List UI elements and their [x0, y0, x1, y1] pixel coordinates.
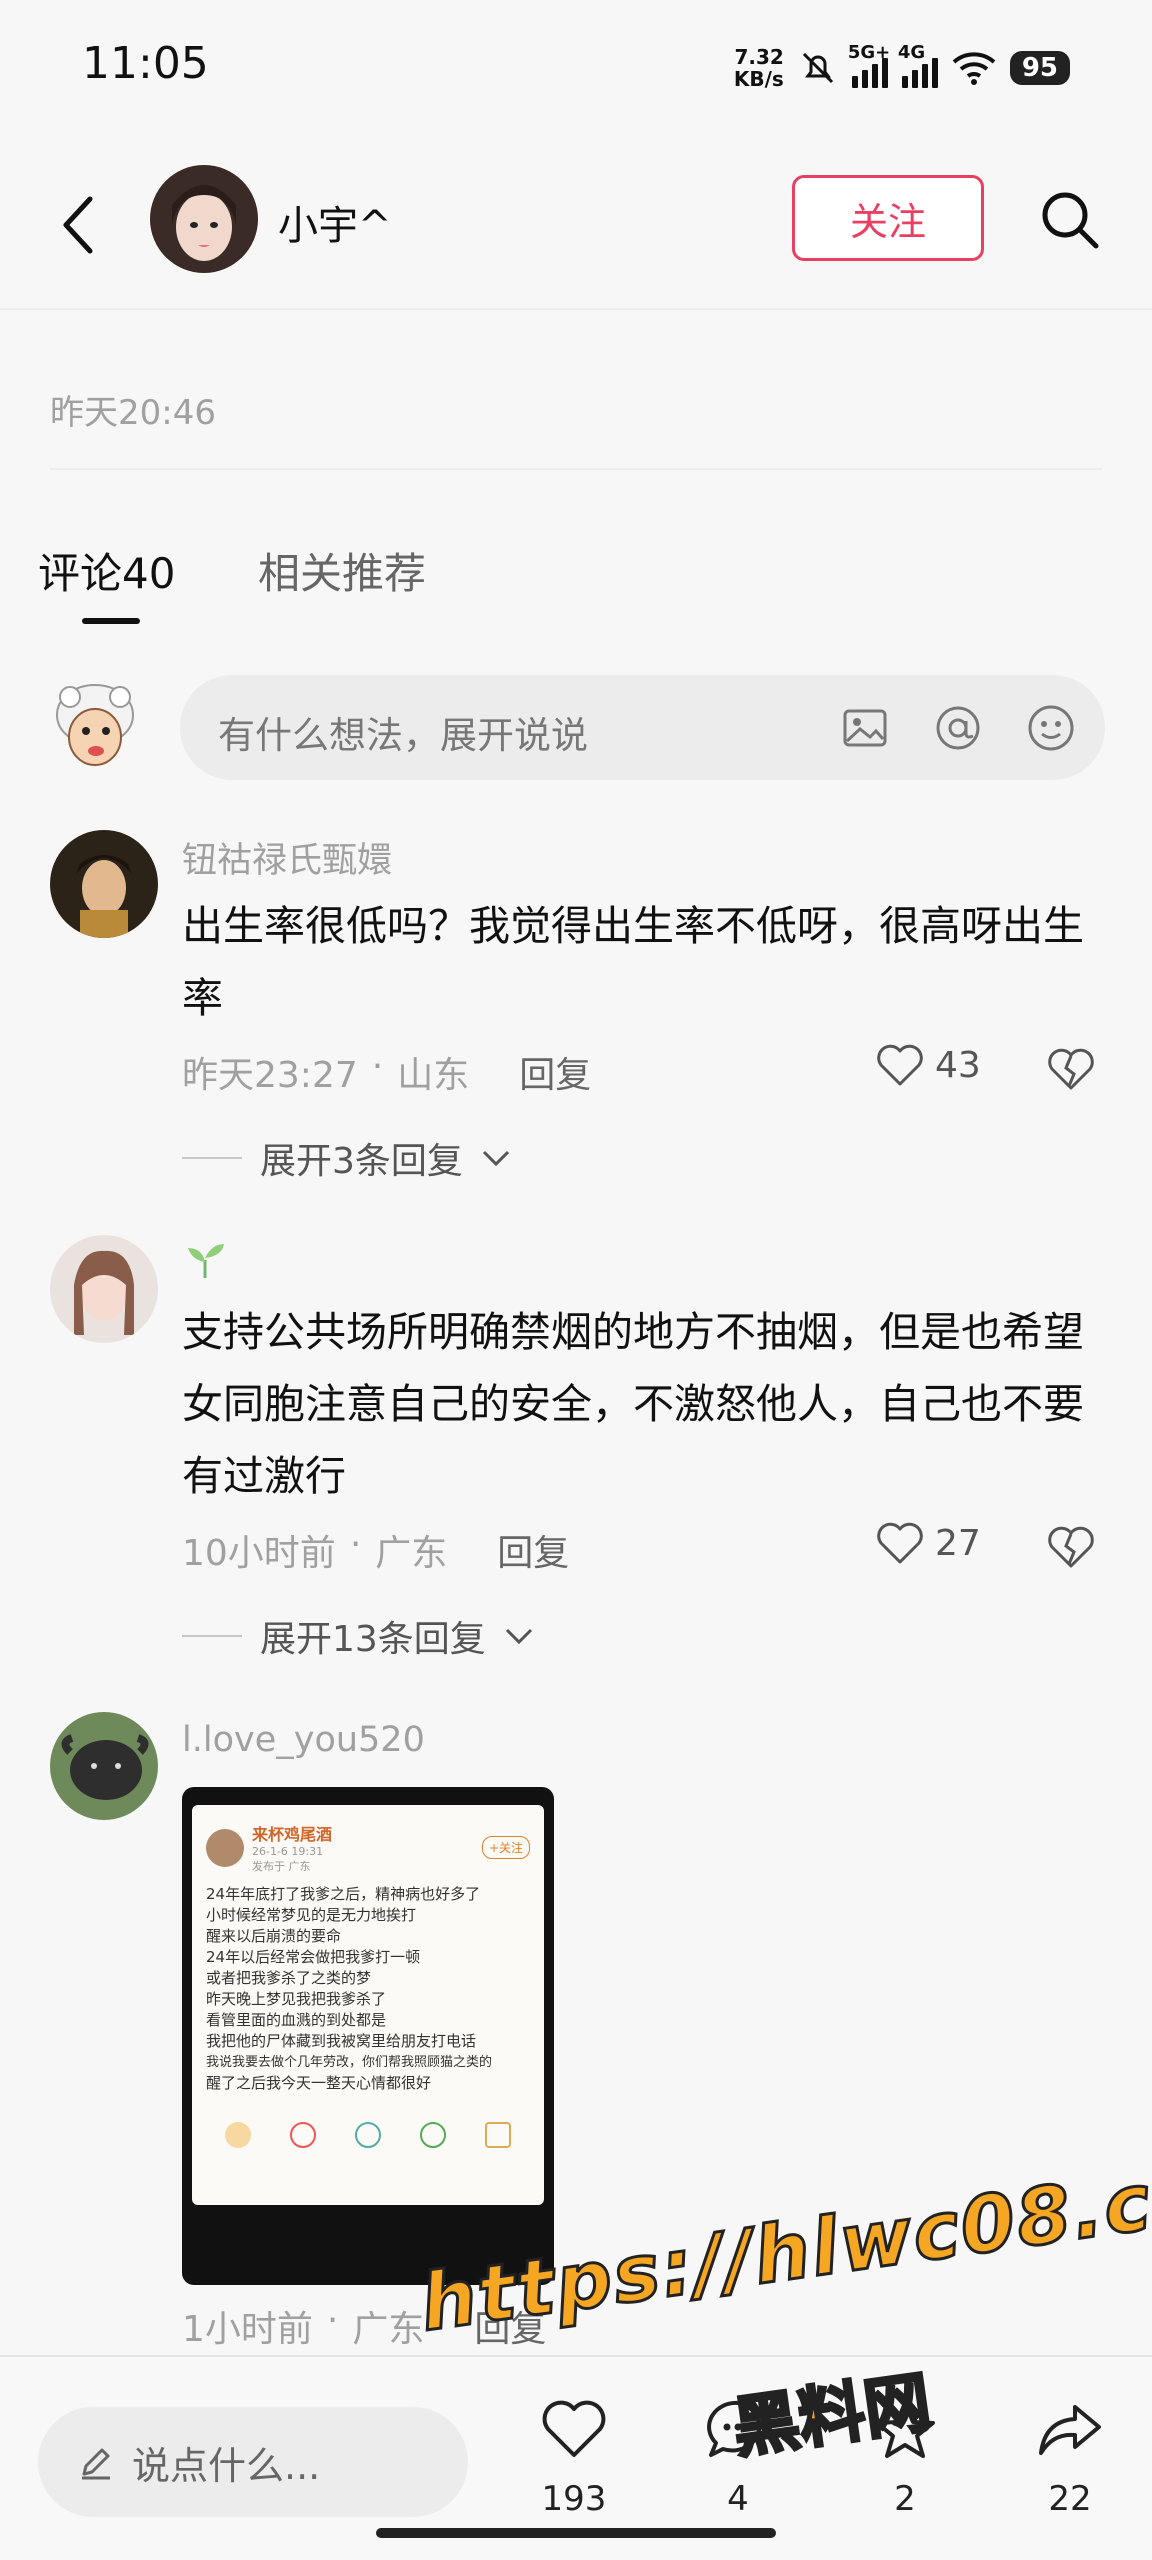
broken-heart-icon[interactable] — [1046, 1044, 1096, 1094]
comment-input-placeholder: 有什么想法，展开说说 — [218, 714, 588, 757]
mute-bell-icon — [802, 52, 833, 84]
comment-username[interactable]: 钮祜禄氏甄嬛 — [182, 832, 392, 883]
active-tab-indicator — [82, 618, 140, 624]
mention-icon[interactable] — [933, 703, 983, 753]
comment-text: 出生率很低吗？我觉得出生率不低呀，很高呀出生率 — [182, 902, 1084, 1022]
top-nav: 小宇^ 关注 — [0, 135, 1152, 310]
comment-image[interactable]: 来杯鸡尾酒 26-1-6 19:31 发布于 广东 +关注 24年年底打了我爹之… — [182, 1787, 554, 2285]
reply-button[interactable]: 回复 — [519, 1046, 591, 1098]
battery-indicator: 95 — [1009, 51, 1070, 85]
signal-4g-icon: 4G — [898, 42, 938, 88]
heart-icon — [877, 1044, 923, 1086]
back-button[interactable] — [48, 185, 108, 265]
comment-text: 支持公共场所明确禁烟的地方不抽烟，但是也希望女同胞注意自己的安全，不激怒他人，自… — [182, 1308, 1084, 1500]
comment-username[interactable]: l.love_you520 — [182, 1720, 425, 1760]
tab-related[interactable]: 相关推荐 — [258, 540, 426, 601]
comment-avatar[interactable] — [50, 1235, 158, 1343]
status-time: 11:05 — [82, 38, 209, 89]
image-icon[interactable] — [840, 703, 890, 753]
say-something-input[interactable]: 说点什么... — [38, 2407, 468, 2517]
post-timestamp: 昨天20:46 — [50, 393, 216, 433]
home-indicator[interactable] — [376, 2528, 776, 2538]
like-count: 27 — [935, 1522, 981, 1564]
image-action-row — [206, 2122, 530, 2148]
comment-avatar[interactable] — [50, 830, 158, 938]
comment-meta: 10小时前 · 广东 回复 — [182, 1524, 570, 1576]
follow-button[interactable]: 关注 — [792, 175, 984, 261]
heart-icon — [877, 1522, 923, 1564]
status-icons: 7.32 KB/s 5G+ 4G 95 — [734, 38, 1070, 98]
screenshot-image-content: 来杯鸡尾酒 26-1-6 19:31 发布于 广东 +关注 24年年底打了我爹之… — [192, 1805, 544, 2205]
image-avatar — [206, 1828, 244, 1867]
back-arrow-icon — [63, 196, 93, 254]
comment-like-button[interactable]: 27 — [875, 1520, 981, 1566]
wifi-icon — [952, 52, 996, 85]
my-avatar[interactable] — [50, 675, 140, 775]
chevron-down-icon — [505, 1628, 532, 1645]
heart-icon — [542, 2400, 606, 2457]
sprout-badge-icon — [188, 1244, 224, 1278]
header-divider — [0, 308, 1152, 310]
status-bar: 11:05 7.32 KB/s 5G+ 4G 95 — [0, 0, 1152, 135]
share-button[interactable]: 22 — [1010, 2377, 1130, 2547]
comment-like-button[interactable]: 43 — [875, 1042, 981, 1088]
section-divider — [50, 468, 1102, 470]
tab-comments[interactable]: 评论40 — [38, 540, 175, 601]
signal-5g-icon: 5G+ — [848, 42, 890, 88]
author-name[interactable]: 小宇^ — [278, 193, 392, 251]
expand-replies-button[interactable]: 展开3条回复 — [182, 1132, 511, 1184]
emoji-icon[interactable] — [1026, 703, 1076, 753]
search-button[interactable] — [1030, 180, 1110, 260]
author-avatar[interactable] — [150, 165, 258, 273]
comment-input[interactable]: 有什么想法，展开说说 — [180, 675, 1105, 780]
like-button[interactable]: 193 — [514, 2377, 634, 2547]
comment-avatar[interactable] — [50, 1712, 158, 1820]
expand-replies-button[interactable]: 展开13条回复 — [182, 1610, 534, 1662]
reply-button[interactable]: 回复 — [497, 1524, 569, 1576]
like-count: 43 — [935, 1044, 981, 1086]
comment-meta: 昨天23:27 · 山东 回复 — [182, 1046, 592, 1098]
search-icon — [1042, 192, 1099, 249]
network-speed: 7.32 KB/s — [733, 45, 784, 91]
share-arrow-icon — [1039, 2405, 1101, 2455]
broken-heart-icon[interactable] — [1046, 1522, 1096, 1572]
pencil-icon — [82, 2448, 110, 2480]
chevron-down-icon — [482, 1150, 509, 1167]
